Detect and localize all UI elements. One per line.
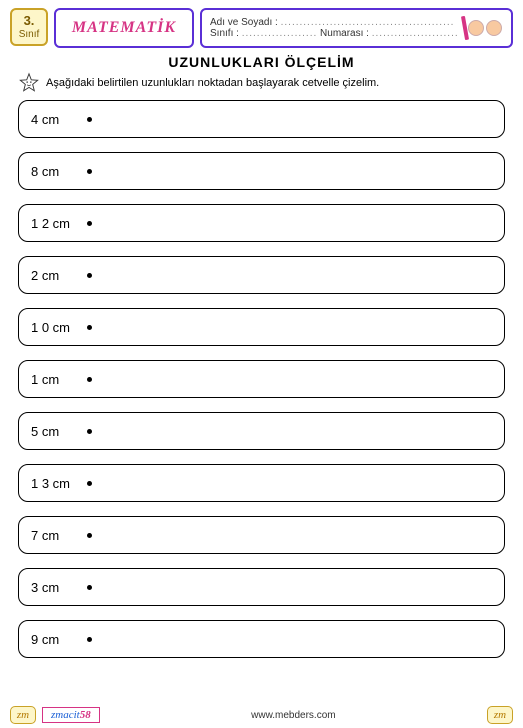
kid-icon [468, 20, 484, 36]
instruction-text: Aşağıdaki belirtilen uzunlukları noktada… [46, 77, 379, 89]
measurement-label: 9 cm [31, 632, 79, 647]
kid-icon [486, 20, 502, 36]
measurement-label: 2 cm [31, 268, 79, 283]
start-dot [87, 169, 92, 174]
measurement-label: 7 cm [31, 528, 79, 543]
footer: zm zmacit58 www.mebders.com zm [0, 706, 523, 724]
measurement-label: 8 cm [31, 164, 79, 179]
measurement-item: 9 cm [18, 620, 505, 658]
measurement-label: 3 cm [31, 580, 79, 595]
start-dot [87, 221, 92, 226]
author-box: zmacit58 [42, 707, 100, 723]
measurement-label: 1 cm [31, 372, 79, 387]
measurement-item: 1 2 cm [18, 204, 505, 242]
measurement-label: 4 cm [31, 112, 79, 127]
grade-badge: 3. Sınıf [10, 8, 48, 46]
start-dot [87, 533, 92, 538]
corner-badge-left: zm [10, 706, 36, 724]
start-dot [87, 377, 92, 382]
kids-illustration [457, 12, 507, 44]
measurement-item: 1 3 cm [18, 464, 505, 502]
student-info-box: Adı ve Soyadı : ........................… [200, 8, 513, 48]
start-dot [87, 429, 92, 434]
measurement-label: 1 2 cm [31, 216, 79, 231]
worksheet-header: 3. Sınıf MATEMATİK Adı ve Soyadı : .....… [10, 8, 513, 48]
measurement-item: 5 cm [18, 412, 505, 450]
worksheet-title: UZUNLUKLARI ÖLÇELİM [0, 54, 523, 70]
footer-site: www.mebders.com [100, 710, 487, 721]
measurement-list: 4 cm 8 cm 1 2 cm 2 cm 1 0 cm 1 cm 5 cm 1 3 cm 7 … [18, 100, 505, 658]
start-dot [87, 585, 92, 590]
grade-label: Sınıf [19, 29, 40, 40]
measurement-item: 2 cm [18, 256, 505, 294]
grade-number: 3. [24, 14, 35, 28]
measurement-item: 3 cm [18, 568, 505, 606]
start-dot [87, 481, 92, 486]
subject-title: MATEMATİK [54, 8, 194, 48]
start-dot [87, 273, 92, 278]
footer-left: zm zmacit58 [10, 706, 100, 724]
star-icon [18, 72, 40, 94]
measurement-label: 5 cm [31, 424, 79, 439]
measurement-item: 4 cm [18, 100, 505, 138]
start-dot [87, 637, 92, 642]
measurement-label: 1 3 cm [31, 476, 79, 491]
measurement-item: 8 cm [18, 152, 505, 190]
measurement-item: 1 0 cm [18, 308, 505, 346]
start-dot [87, 325, 92, 330]
corner-badge-right: zm [487, 706, 513, 724]
start-dot [87, 117, 92, 122]
instruction-row: Aşağıdaki belirtilen uzunlukları noktada… [18, 72, 505, 94]
measurement-label: 1 0 cm [31, 320, 79, 335]
measurement-item: 7 cm [18, 516, 505, 554]
measurement-item: 1 cm [18, 360, 505, 398]
